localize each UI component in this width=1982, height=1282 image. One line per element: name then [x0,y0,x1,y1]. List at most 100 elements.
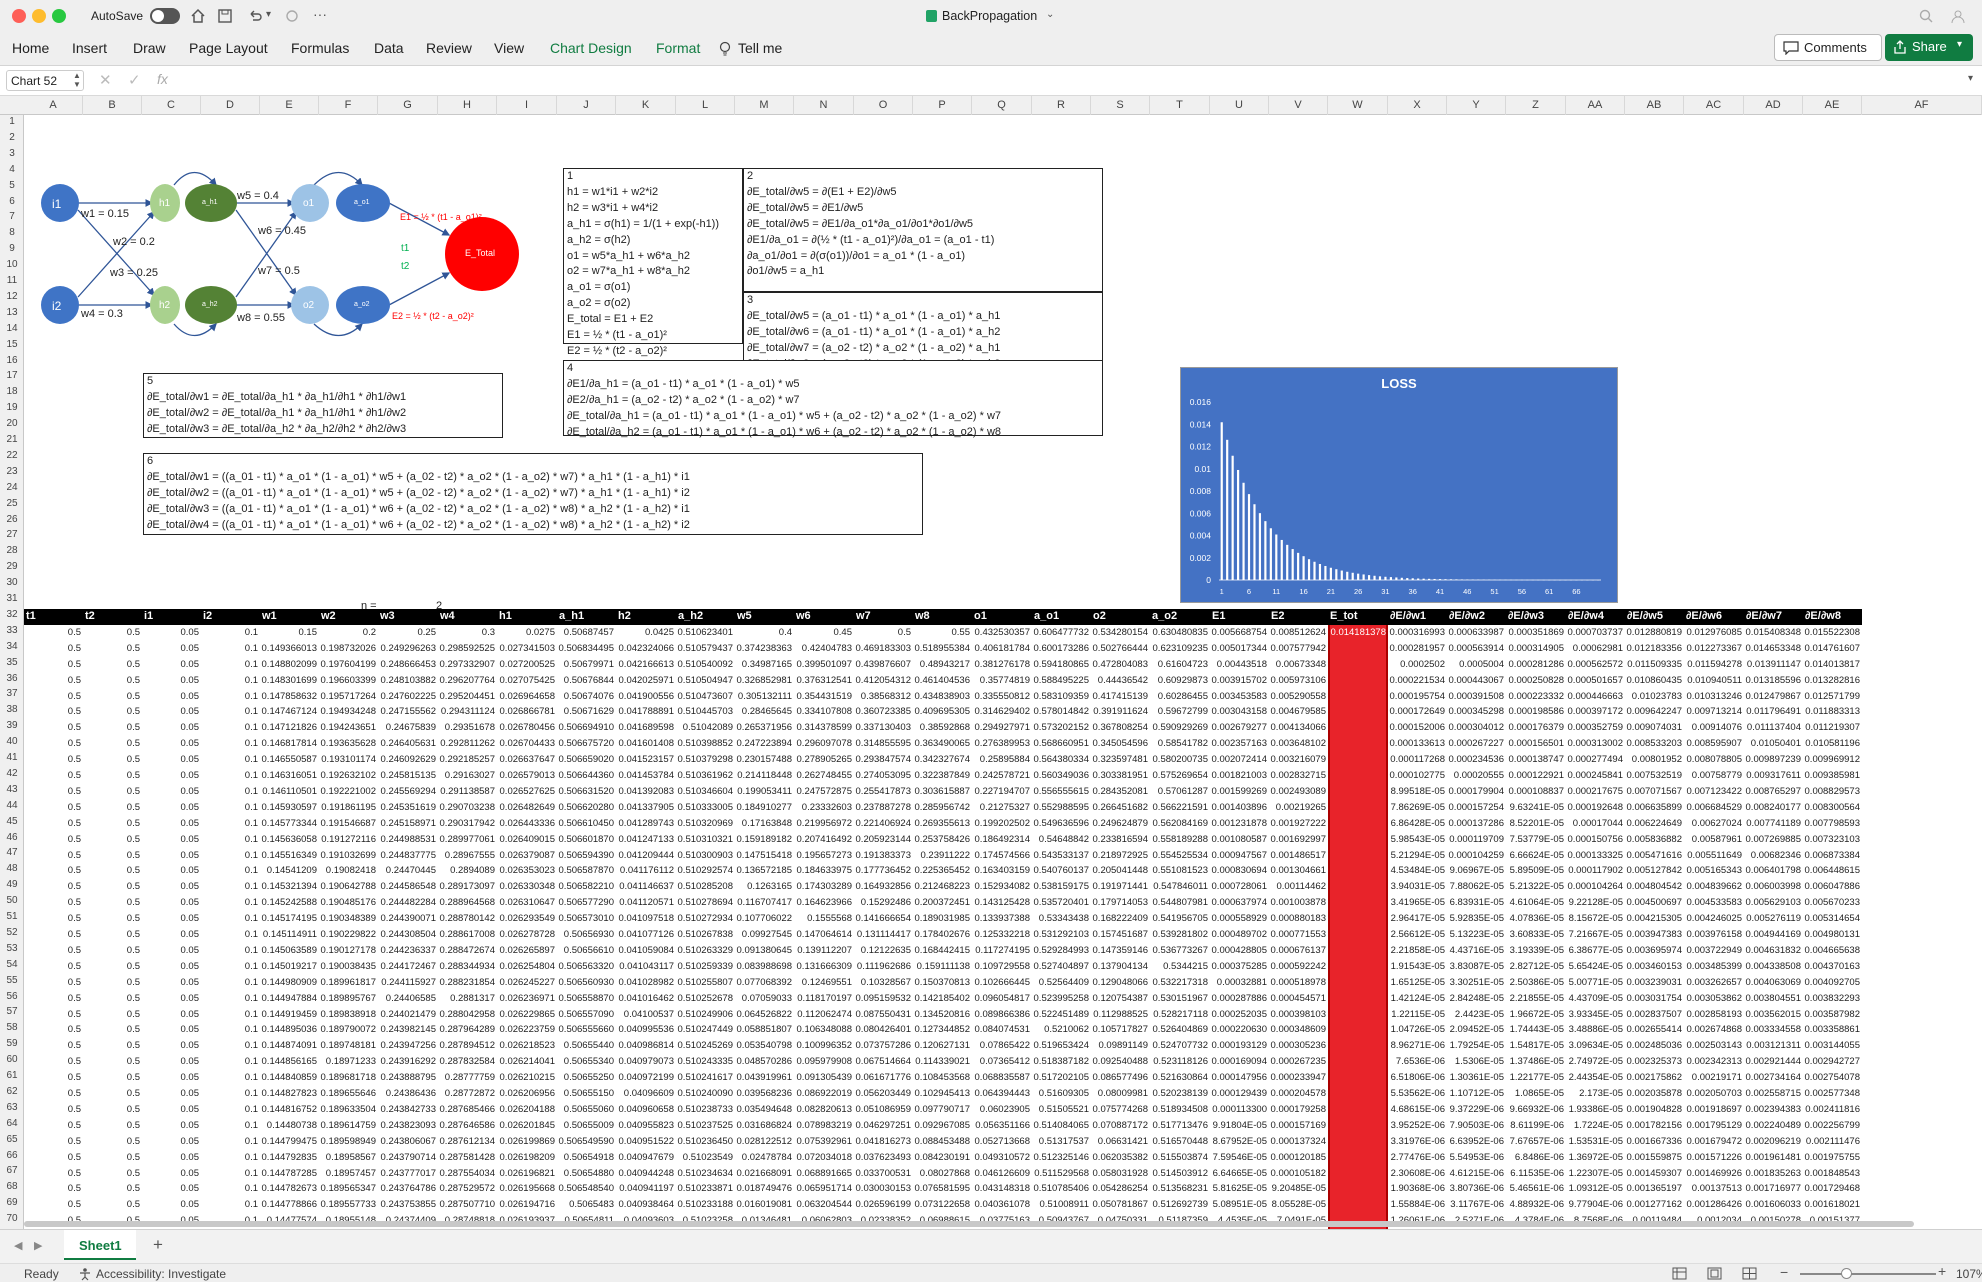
table-cell[interactable]: 0.026198209 [497,1152,555,1163]
table-cell[interactable]: 0.001277162 [1625,1199,1682,1210]
table-cell[interactable]: 0.190485176 [319,897,376,908]
table-cell[interactable]: 0.207416492 [794,834,852,845]
redo-icon[interactable] [284,8,300,24]
table-cell[interactable]: 0.247155562 [378,706,436,717]
table-cell[interactable]: 3.94031E-05 [1388,881,1445,892]
table-cell[interactable]: 0.070887172 [1091,1120,1148,1131]
row-header[interactable]: 29 [0,561,24,577]
table-cell[interactable]: 0.004338508 [1744,961,1801,972]
table-cell[interactable]: 0.112062474 [794,1009,852,1020]
table-cell[interactable]: 0.578014842 [1032,706,1089,717]
table-cell[interactable]: 0.510379298 [676,754,733,765]
table-cell[interactable]: 0.000204578 [1269,1088,1326,1099]
more-icon[interactable]: ··· [313,6,327,22]
table-cell[interactable]: 0.001559875 [1625,1152,1682,1163]
table-cell[interactable]: 0.14541209 [260,865,317,876]
table-cell[interactable]: 0.000351869 [1506,627,1564,638]
table-cell[interactable]: 0.041146637 [616,881,674,892]
table-cell[interactable]: 0.190038435 [319,961,376,972]
table-cell[interactable]: 0.513568231 [1150,1183,1208,1194]
table-cell[interactable]: 0.534280154 [1091,627,1148,638]
table-cell[interactable]: 0.000676137 [1269,945,1326,956]
table-cell[interactable]: 0.026637647 [497,754,555,765]
table-cell[interactable]: 0.05 [142,897,200,908]
row-header[interactable]: 44 [0,800,24,816]
table-cell[interactable]: 0.58541782 [1150,738,1208,749]
table-cell[interactable]: 0.510237525 [676,1120,733,1131]
table-cell[interactable]: 0.003947383 [1625,929,1682,940]
table-cell[interactable]: 0.1 [201,802,258,813]
table-cell[interactable]: 0.28967555 [438,850,495,861]
row-header[interactable]: 51 [0,911,24,927]
account-icon[interactable] [1950,8,1966,24]
table-cell[interactable]: 0.005836882 [1625,834,1682,845]
table-cell[interactable]: 0.5 [83,802,140,813]
table-cell[interactable]: 0.000518978 [1269,977,1326,988]
table-cell[interactable]: 0.001795129 [1684,1120,1742,1131]
home-icon[interactable] [190,8,206,24]
table-header-cell[interactable]: ∂E/∂w2 [1449,610,1485,622]
table-cell[interactable]: 0.041337905 [616,802,674,813]
row-header[interactable]: 63 [0,1102,24,1118]
table-cell[interactable]: 0.510473607 [676,691,733,702]
table-cell[interactable]: 0.109729558 [972,961,1030,972]
table-cell[interactable]: 0.506610450 [557,818,614,829]
table-cell[interactable]: 0.243764786 [378,1183,436,1194]
table-cell[interactable]: 0.005127842 [1625,865,1682,876]
table-cell[interactable]: 0.245351619 [378,802,436,813]
table-cell[interactable]: 0.05 [142,1199,200,1210]
table-cell[interactable]: 0.517713476 [1150,1120,1208,1131]
table-cell[interactable]: 0.00914076 [1684,722,1742,733]
table-cell[interactable]: 0.1 [201,1009,258,1020]
table-cell[interactable]: 0.005629103 [1744,897,1801,908]
table-cell[interactable]: 0.191383373 [854,850,911,861]
chart-bar[interactable] [1362,574,1365,580]
row-header[interactable]: 33 [0,625,24,641]
table-cell[interactable]: 1.93386E-05 [1566,1104,1623,1115]
table-cell[interactable]: 0.511529568 [1032,1168,1089,1179]
table-cell[interactable]: 0.146550587 [260,754,317,765]
table-cell[interactable]: 0.004063069 [1744,977,1801,988]
table-cell[interactable]: 0.5 [24,1152,81,1163]
table-cell[interactable]: 0.000592242 [1269,961,1326,972]
table-cell[interactable]: 0.292185257 [438,754,495,765]
table-cell[interactable]: 0.026379087 [497,850,555,861]
table-cell[interactable]: 7.21667E-05 [1566,929,1623,940]
table-cell[interactable]: 0.000281957 [1388,643,1445,654]
table-cell[interactable]: 0.026704433 [497,738,555,749]
column-header[interactable]: A [24,96,83,115]
table-cell[interactable]: 0.293847574 [854,754,911,765]
table-cell[interactable]: 0.000117902 [1566,865,1623,876]
table-cell[interactable]: 0.000157169 [1269,1120,1326,1131]
table-cell[interactable]: 0.506834495 [557,643,614,654]
table-cell[interactable]: 0.05 [142,818,200,829]
column-header[interactable]: E [260,96,319,115]
row-header[interactable]: 12 [0,291,24,307]
table-cell[interactable]: 0.1 [201,945,258,956]
table-cell[interactable]: 0.24675839 [378,722,436,733]
chart-bar[interactable] [1346,571,1349,580]
table-cell[interactable]: 3.60833E-05 [1506,929,1564,940]
table-header-cell[interactable]: o1 [974,610,987,622]
table-cell[interactable]: 1.36972E-05 [1566,1152,1623,1163]
table-cell[interactable]: 2.44354E-05 [1566,1072,1623,1083]
close-window-button[interactable] [12,9,26,23]
table-cell[interactable]: 0.000217675 [1566,786,1623,797]
table-cell[interactable]: 0.000501657 [1566,675,1623,686]
table-cell[interactable]: 0.035494648 [735,1104,792,1115]
table-cell[interactable]: 0.1 [201,1183,258,1194]
table-cell[interactable]: 7.6536E-06 [1388,1056,1445,1067]
table-cell[interactable]: 0.243753855 [378,1199,436,1210]
share-button[interactable]: Share ▾ [1885,34,1973,61]
table-cell[interactable]: 0.1 [201,722,258,733]
table-cell[interactable]: 0.000113300 [1210,1104,1267,1115]
table-cell[interactable]: 0.004134066 [1269,722,1326,733]
table-cell[interactable]: 0.026214041 [497,1056,555,1067]
table-cell[interactable]: 0.07059033 [735,993,792,1004]
table-cell[interactable]: 0.262748455 [794,770,852,781]
column-header[interactable]: S [1091,96,1150,115]
table-cell[interactable]: 0.506549590 [557,1136,614,1147]
table-cell[interactable]: 0.05 [142,881,200,892]
table-cell[interactable]: 0.51609305 [1032,1088,1089,1099]
table-cell[interactable]: 0.000352759 [1566,722,1623,733]
